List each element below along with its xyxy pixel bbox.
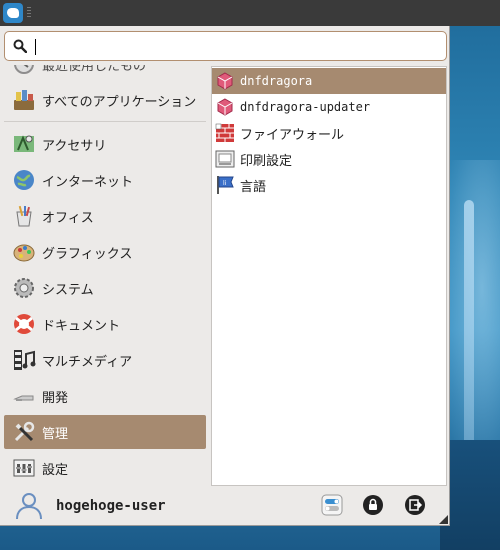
category-documentation[interactable]: ドキュメント — [4, 307, 206, 341]
app-firewall[interactable]: ファイアウォール — [212, 120, 446, 146]
lock-icon — [363, 495, 383, 515]
graphics-icon — [12, 240, 36, 264]
log-out-button[interactable] — [404, 494, 426, 516]
office-icon — [12, 204, 36, 228]
language-icon: li — [215, 175, 235, 195]
category-list: 最近使用したもの すべてのアプリケーション アクセサリ インターネット オフィス… — [4, 65, 206, 479]
category-label: マルチメディア — [42, 354, 133, 370]
internet-icon — [12, 168, 36, 192]
xfce-mouse-icon — [7, 8, 19, 18]
lock-screen-button[interactable] — [362, 494, 384, 516]
whisker-menu-button[interactable] — [3, 3, 23, 23]
category-recent[interactable]: 最近使用したもの — [4, 65, 206, 81]
recent-icon — [12, 65, 36, 76]
system-icon — [12, 276, 36, 300]
category-label: 最近使用したもの — [42, 65, 147, 74]
documentation-icon — [12, 312, 36, 336]
app-label: dnfdragora — [240, 74, 313, 88]
multimedia-icon — [12, 348, 36, 372]
whisker-menu: 最近使用したもの すべてのアプリケーション アクセサリ インターネット オフィス… — [0, 26, 450, 526]
settings-manager-button[interactable] — [321, 494, 343, 516]
category-label: システム — [42, 282, 94, 298]
search-icon — [13, 39, 27, 53]
accessories-icon — [12, 132, 36, 156]
app-language[interactable]: li 言語 — [212, 172, 446, 198]
username: hogehoge-user — [56, 498, 166, 514]
category-separator — [4, 121, 206, 122]
app-print-settings[interactable]: 印刷設定 — [212, 146, 446, 172]
all-applications-icon — [12, 88, 36, 112]
text-cursor — [35, 39, 36, 55]
category-office[interactable]: オフィス — [4, 199, 206, 233]
top-panel — [0, 0, 500, 26]
category-label: すべてのアプリケーション — [42, 94, 197, 110]
search-field[interactable] — [4, 31, 447, 61]
category-administration[interactable]: 管理 — [4, 415, 206, 449]
category-label: グラフィックス — [42, 246, 133, 262]
category-label: オフィス — [42, 210, 94, 226]
category-settings[interactable]: 設定 — [4, 451, 206, 479]
print-settings-icon — [215, 149, 235, 169]
user-area: hogehoge-user — [0, 486, 450, 526]
user-avatar-icon — [14, 490, 44, 520]
category-label: 管理 — [42, 426, 69, 442]
app-label: ファイアウォール — [240, 127, 345, 143]
firewall-icon — [215, 123, 235, 143]
administration-icon — [12, 420, 36, 444]
app-dnfdragora[interactable]: dnfdragora — [212, 68, 446, 94]
category-development[interactable]: 開発 — [4, 379, 206, 413]
category-label: アクセサリ — [42, 138, 107, 154]
application-list: dnfdragora dnfdragora-updater ファイアウォール 印… — [211, 66, 447, 486]
category-accessories[interactable]: アクセサリ — [4, 127, 206, 161]
app-label: dnfdragora-updater — [240, 100, 371, 114]
category-label: 開発 — [42, 390, 69, 406]
app-label: 印刷設定 — [240, 153, 293, 169]
app-label: 言語 — [240, 179, 267, 195]
toggle-settings-icon — [321, 494, 343, 516]
log-out-icon — [405, 495, 425, 515]
resize-grip[interactable] — [439, 515, 448, 524]
category-label: ドキュメント — [42, 318, 121, 334]
panel-handle[interactable] — [27, 7, 31, 19]
category-label: インターネット — [42, 174, 134, 190]
category-internet[interactable]: インターネット — [4, 163, 206, 197]
settings-icon — [12, 456, 36, 479]
category-label: 設定 — [42, 462, 69, 478]
app-dnfdragora-updater[interactable]: dnfdragora-updater — [212, 94, 446, 120]
category-graphics[interactable]: グラフィックス — [4, 235, 206, 269]
dnfdragora-icon — [215, 71, 235, 91]
development-icon — [12, 384, 36, 408]
category-multimedia[interactable]: マルチメディア — [4, 343, 206, 377]
category-all-applications[interactable]: すべてのアプリケーション — [4, 83, 206, 117]
dnfdragora-updater-icon — [215, 97, 235, 117]
svg-text:li: li — [223, 180, 227, 187]
category-system[interactable]: システム — [4, 271, 206, 305]
